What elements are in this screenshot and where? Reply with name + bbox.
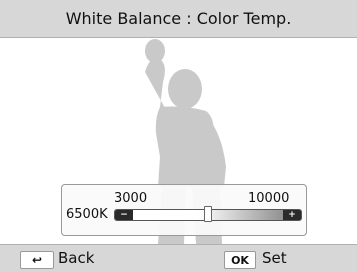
page-title: White Balance : Color Temp.	[0, 0, 357, 38]
ok-icon[interactable]: OK	[224, 251, 256, 269]
current-value-label: 6500K	[66, 207, 108, 222]
slider-max-label: 10000	[248, 191, 290, 206]
back-label: Back	[58, 249, 95, 267]
set-label: Set	[262, 249, 287, 267]
slider-min-label: 3000	[114, 191, 148, 206]
minus-icon[interactable]: −	[115, 210, 133, 220]
color-temp-slider-panel: 3000 10000 6500K − +	[61, 184, 307, 236]
slider-thumb[interactable]	[204, 206, 212, 222]
back-icon[interactable]: ↩	[20, 251, 54, 269]
camera-screen: White Balance : Color Temp. 3000 10000 6…	[0, 0, 357, 272]
plus-icon[interactable]: +	[283, 210, 301, 220]
bottom-bar: ↩ Back OK Set	[0, 244, 357, 272]
